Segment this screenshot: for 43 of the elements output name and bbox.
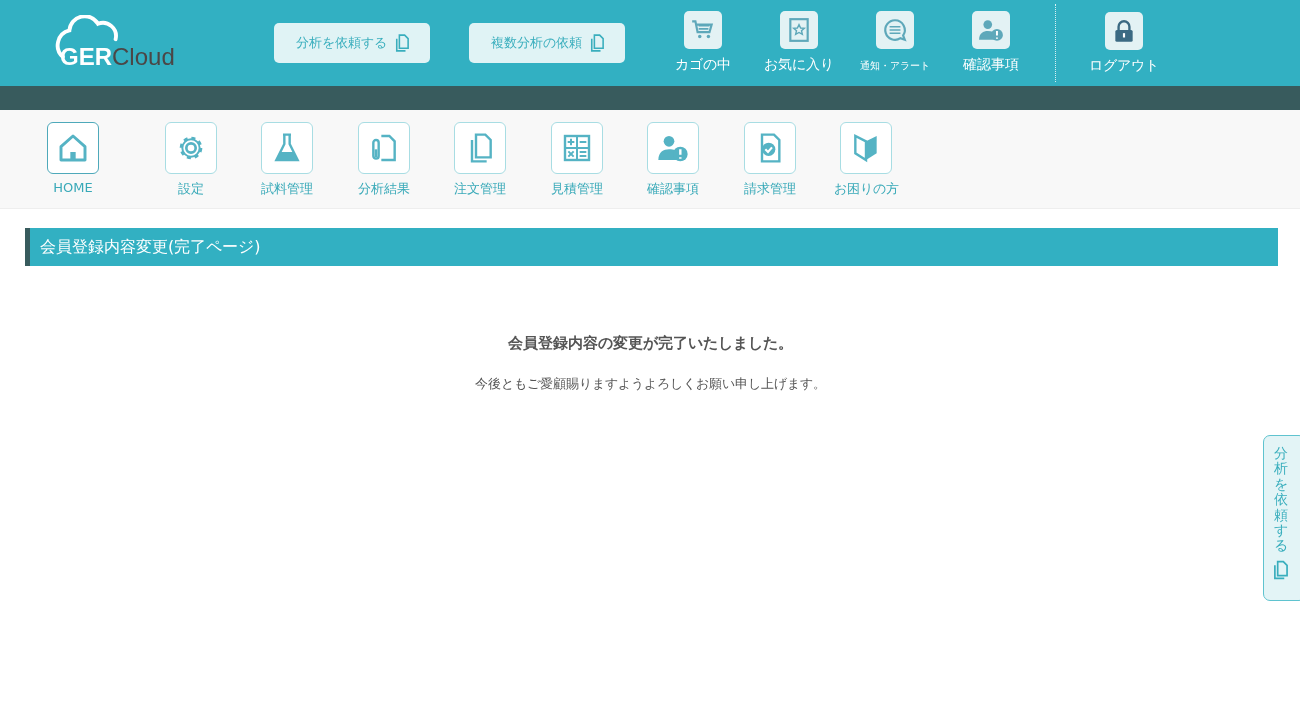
logout-link[interactable]: ログアウト <box>1076 11 1172 75</box>
nav-label: 試料管理 <box>261 180 314 198</box>
header-link[interactable]: カゴの中 <box>655 10 751 76</box>
nav-item[interactable]: 設定 <box>142 110 239 208</box>
copy-icon <box>589 34 604 52</box>
nav-item[interactable]: 請求管理 <box>721 110 818 208</box>
request-button[interactable]: 複数分析の依頼 <box>469 23 625 63</box>
message-heading: 会員登録内容の変更が完了いたしました。 <box>506 334 794 353</box>
nav-label: HOME <box>53 180 93 195</box>
link-label: お気に入り <box>764 55 834 74</box>
nav-label: 設定 <box>177 180 204 198</box>
header-link[interactable]: お気に入り <box>751 10 847 76</box>
nav-item[interactable]: 分析結果 <box>335 110 432 208</box>
page-title: 会員登録内容変更(完了ページ) <box>25 228 1278 266</box>
message-text: 今後ともご愛顧賜りますようよろしくお願い申し上げます。 <box>473 375 827 393</box>
logo-text: Cloud <box>112 43 175 71</box>
star-book-icon <box>786 16 812 43</box>
link-label: ログアウト <box>1089 56 1159 75</box>
header-link[interactable]: 通知・アラート <box>847 10 943 76</box>
nav-label: 確認事項 <box>647 180 700 198</box>
nav-label: お困りの方 <box>833 180 899 198</box>
nav-item[interactable]: 試料管理 <box>239 110 336 208</box>
link-label: カゴの中 <box>675 55 731 74</box>
nav-item[interactable]: HOME <box>46 110 100 208</box>
nav-label: 見積管理 <box>550 180 603 198</box>
link-label: 確認事項 <box>963 55 1019 74</box>
nav-item[interactable]: お困りの方 <box>818 110 915 208</box>
request-button[interactable]: 分析を依頼する <box>274 23 430 63</box>
nav-label: 分析結果 <box>357 180 410 198</box>
home-icon <box>57 132 89 164</box>
nav-item[interactable]: 見積管理 <box>528 110 625 208</box>
speech-bubble-icon <box>882 16 908 43</box>
logo-text: GER <box>60 43 112 71</box>
header-link[interactable]: 確認事項 <box>943 10 1039 76</box>
nav-item[interactable]: 確認事項 <box>625 110 722 208</box>
logo[interactable]: GERCloud <box>52 15 202 71</box>
nav-label: 注文管理 <box>454 180 507 198</box>
link-label: 通知・アラート <box>860 58 930 73</box>
side-request-tab[interactable]: 分析を依頼する <box>1263 435 1300 601</box>
nav-label: 請求管理 <box>743 180 796 198</box>
copy-icon <box>394 34 409 52</box>
copy-icon <box>1273 559 1288 580</box>
nav-item[interactable]: 注文管理 <box>432 110 529 208</box>
